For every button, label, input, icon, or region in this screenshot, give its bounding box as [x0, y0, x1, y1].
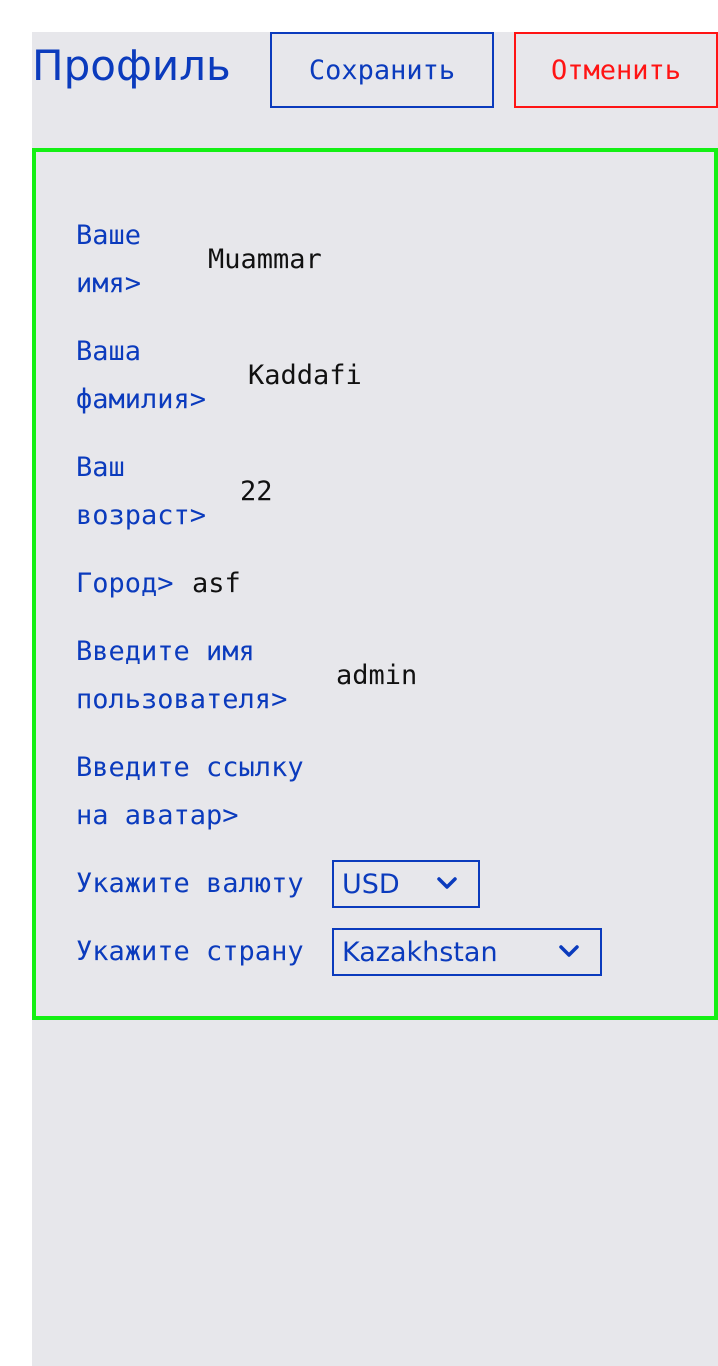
- surname-label-line2: фамилия>: [76, 384, 207, 415]
- page-title: Профиль: [32, 41, 231, 90]
- name-label-line1: Ваше: [76, 220, 142, 251]
- name-field[interactable]: Muammar: [208, 242, 322, 278]
- currency-select-value: USD: [342, 868, 400, 900]
- avatar-label-line2: на аватар>: [76, 800, 239, 831]
- username-label-line2: пользователя>: [76, 684, 288, 715]
- username-label-line1: Введите имя: [76, 636, 255, 667]
- chevron-down-icon: [437, 877, 457, 889]
- country-label: Укажите страну: [76, 936, 304, 967]
- currency-select[interactable]: USD: [332, 860, 480, 908]
- age-field[interactable]: 22: [240, 474, 273, 510]
- country-select-value: Kazakhstan: [342, 936, 498, 968]
- cancel-button[interactable]: Отменить: [514, 32, 718, 108]
- city-field[interactable]: asf: [192, 566, 241, 602]
- surname-field[interactable]: Kaddafi: [248, 358, 362, 394]
- country-select[interactable]: Kazakhstan: [332, 928, 602, 976]
- chevron-down-icon: [559, 945, 579, 957]
- currency-label: Укажите валюту: [76, 868, 304, 899]
- avatar-url-field[interactable]: [270, 774, 470, 810]
- age-label-line2: возраст>: [76, 500, 207, 531]
- surname-label-line1: Ваша: [76, 336, 142, 367]
- name-label-line2: имя>: [76, 268, 142, 299]
- save-button[interactable]: Сохранить: [270, 32, 494, 108]
- username-field[interactable]: admin: [336, 658, 417, 694]
- city-label: Город>: [76, 568, 174, 599]
- age-label-line1: Ваш: [76, 452, 125, 483]
